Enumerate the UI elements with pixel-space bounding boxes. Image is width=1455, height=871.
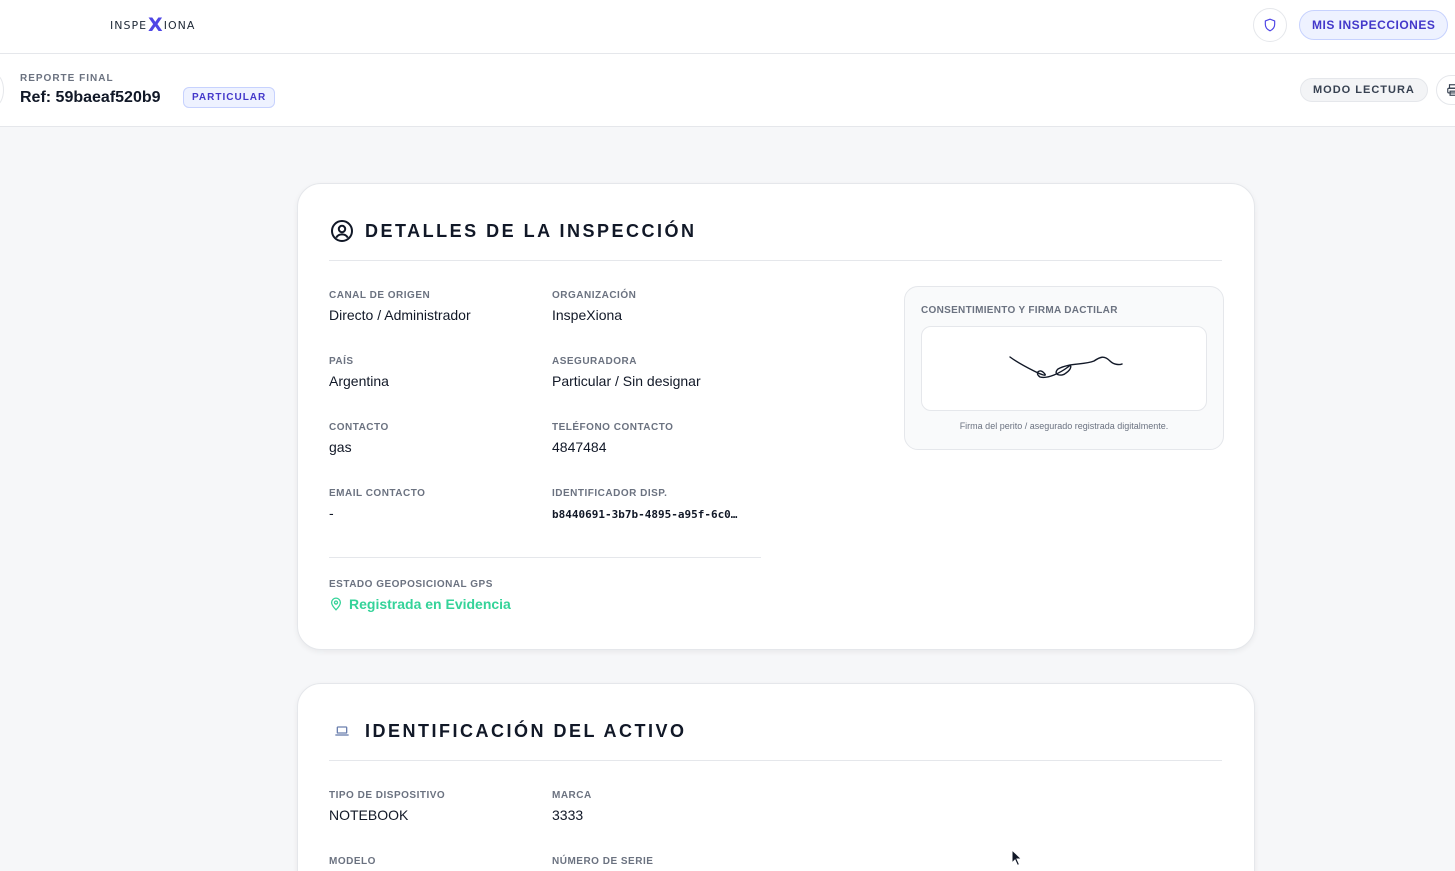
field-brand: MARCA 3333 [552,790,592,823]
printer-icon [1447,84,1455,96]
card-title: IDENTIFICACIÓN DEL ACTIVO [365,720,687,741]
app-logo[interactable]: INSPE X IONA [110,15,195,35]
field-contact-phone: TELÉFONO CONTACTO 4847484 [552,422,674,455]
field-serial-number: NÚMERO DE SERIE [552,856,654,867]
logo-text-post: IONA [163,18,196,32]
back-button[interactable] [0,74,4,106]
inspection-details-card: DETALLES DE LA INSPECCIÓN CANAL DE ORIGE… [297,183,1255,650]
field-device-id: IDENTIFICADOR DISP. b8440691-3b7b-4895-a… [552,488,738,521]
card-header: IDENTIFICACIÓN DEL ACTIVO [329,718,687,744]
field-contact: CONTACTO gas [329,422,389,455]
report-reference: Ref: 59baeaf520b9 [20,89,161,106]
shield-icon [1264,18,1276,32]
print-button[interactable] [1436,75,1455,105]
field-origin-channel: CANAL DE ORIGEN Directo / Administrador [329,290,471,323]
status-badge: PARTICULAR [183,87,276,108]
field-organization: ORGANIZACIÓN InspeXiona [552,290,637,323]
field-device-type: TIPO DE DISPOSITIVO NOTEBOOK [329,790,446,823]
divider [329,557,761,558]
report-header: REPORTE FINAL Ref: 59baeaf520b9 PARTICUL… [0,54,1455,127]
field-insurer: ASEGURADORA Particular / Sin designar [552,356,701,389]
signature-image [921,326,1207,411]
signature-label: CONSENTIMIENTO Y FIRMA DACTILAR [921,305,1118,316]
security-button[interactable] [1253,8,1287,42]
signature-caption: Firma del perito / asegurado registrada … [959,421,1169,431]
field-gps-status: ESTADO GEOPOSICIONAL GPS Registrada en E… [329,579,511,612]
logo-text-pre: INSPE [110,18,148,32]
card-title: DETALLES DE LA INSPECCIÓN [365,220,697,241]
field-contact-email: EMAIL CONTACTO - [329,488,426,521]
read-mode-button[interactable]: MODO LECTURA [1300,78,1428,102]
divider [329,260,1222,261]
report-type-label: REPORTE FINAL [20,73,114,84]
divider [329,760,1222,761]
signature-panel: CONSENTIMIENTO Y FIRMA DACTILAR Firma de… [904,286,1224,450]
field-model: MODELO [329,856,376,867]
asset-identification-card: IDENTIFICACIÓN DEL ACTIVO TIPO DE DISPOS… [297,683,1255,871]
top-bar: INSPE X IONA MIS INSPECCIONES [0,0,1455,54]
field-country: PAÍS Argentina [329,356,389,389]
gps-status-value: Registrada en Evidencia [349,596,511,612]
laptop-icon [329,718,355,744]
my-inspections-button[interactable]: MIS INSPECCIONES [1299,10,1449,40]
card-header: DETALLES DE LA INSPECCIÓN [329,218,697,244]
user-circle-icon [329,218,355,244]
mouse-cursor-icon [1011,849,1023,867]
map-pin-icon [330,597,342,611]
logo-x: X [148,13,163,36]
